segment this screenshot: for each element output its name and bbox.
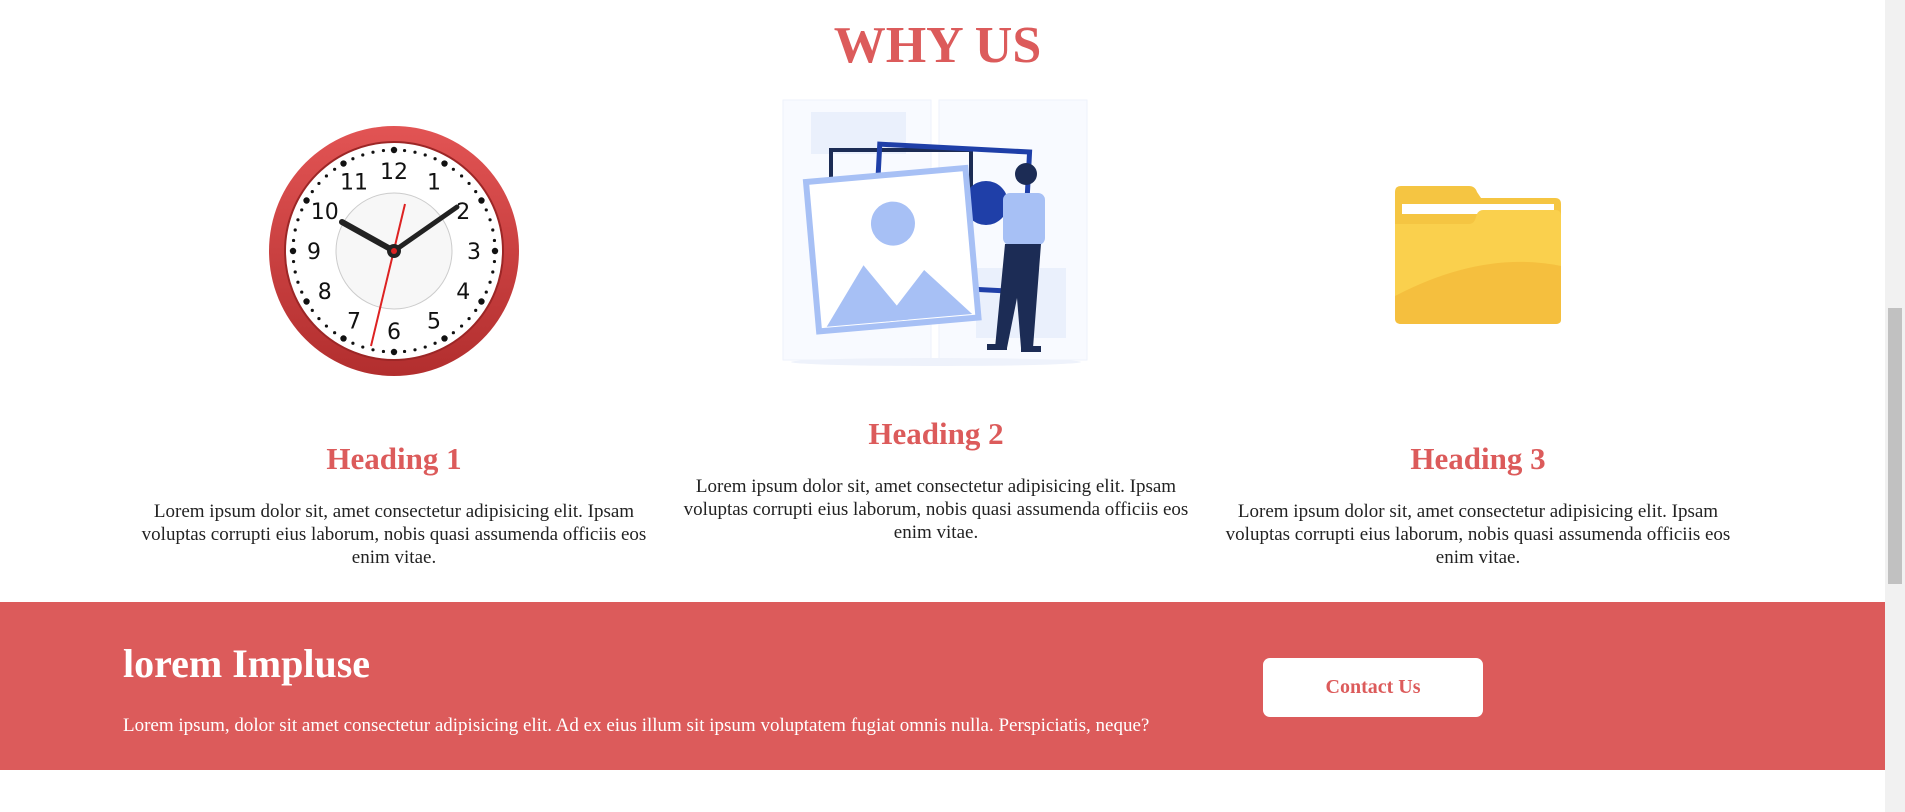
feature-text-2: Lorem ipsum dolor sit, amet consectetur …	[683, 476, 1189, 543]
clock-tick	[441, 335, 448, 342]
clock-tick	[459, 174, 464, 178]
clock-tick	[371, 150, 375, 154]
clock-tick	[478, 298, 485, 305]
feature-card-1: 12 1 2 3 4 5 6 7 8 9 10 11 Heading 1 Lorem ipsum do…	[124, 0, 664, 600]
clock-numeral: 12	[380, 160, 408, 185]
clock-tick	[317, 316, 321, 321]
clock-tick	[361, 345, 365, 349]
clock-tick	[300, 290, 304, 294]
clock-tick	[441, 160, 448, 167]
clock-tick	[317, 181, 321, 186]
clock-numeral: 11	[340, 171, 368, 196]
clock-numeral: 2	[456, 200, 470, 225]
clock-tick	[413, 348, 417, 352]
clock-tick	[293, 228, 297, 232]
clock-tick	[333, 331, 337, 335]
vertical-scrollbar[interactable]	[1885, 0, 1905, 812]
clock-tick	[340, 160, 347, 167]
feature-card-2: Heading 2 Lorem ipsum dolor sit, amet co…	[666, 0, 1206, 600]
clock-tick	[413, 150, 417, 154]
clock-numeral: 3	[467, 240, 481, 265]
clock-tick	[402, 148, 407, 153]
clock-numeral: 9	[307, 240, 321, 265]
clock-tick	[390, 146, 398, 154]
clock-tick	[474, 308, 478, 312]
clock-numeral: 4	[456, 280, 470, 305]
clock-tick	[340, 335, 347, 342]
clock-tick	[324, 324, 329, 328]
clock-tick	[300, 208, 304, 212]
clock-tick	[351, 341, 355, 345]
clock-tick	[433, 157, 437, 161]
scrollbar-thumb[interactable]	[1888, 308, 1902, 584]
clock-tick	[433, 341, 437, 345]
page: WHY US 12 1 2 3 4 5 6 7 8 9 10 11 Headin…	[0, 0, 1885, 812]
feature-heading-1: Heading 1	[326, 441, 462, 476]
clock-tick	[296, 218, 300, 222]
clock-tick	[402, 349, 407, 354]
clock-tick	[381, 148, 386, 153]
clock-numeral: 7	[347, 309, 361, 334]
clock-tick	[467, 316, 471, 321]
clock-tick	[390, 348, 398, 356]
feature-heading-2: Heading 2	[868, 416, 1004, 451]
clock-tick	[293, 270, 297, 274]
clock-tick	[492, 259, 497, 264]
clock-tick	[351, 157, 355, 161]
feature-heading-3: Heading 3	[1410, 441, 1546, 476]
clock-tick	[474, 190, 478, 194]
clock-numeral: 5	[427, 309, 441, 334]
clock-tick	[310, 308, 314, 312]
clock-tick	[361, 153, 365, 157]
clock-tick	[291, 259, 296, 264]
feature-card-3: Heading 3 Lorem ipsum dolor sit, amet co…	[1208, 0, 1748, 600]
clock-tick	[451, 331, 455, 335]
cta-text: Lorem ipsum, dolor sit amet consectetur …	[123, 715, 1150, 736]
clock-tick	[310, 190, 314, 194]
folder-icon	[1208, 184, 1748, 326]
clock-tick	[491, 247, 499, 255]
clock-tick	[491, 270, 495, 274]
clock-numeral: 10	[311, 200, 339, 225]
clock-tick	[492, 238, 497, 243]
clock-numeral: 6	[387, 320, 401, 345]
clock-tick	[291, 238, 296, 243]
clock-tick	[423, 153, 427, 157]
clock-tick	[289, 247, 297, 255]
feature-text-1: Lorem ipsum dolor sit, amet consectetur …	[141, 501, 647, 568]
clock-numeral: 1	[427, 171, 441, 196]
clock-tick	[459, 324, 464, 328]
clock-tick	[488, 280, 492, 284]
clock-tick	[488, 218, 492, 222]
clock-tick	[296, 280, 300, 284]
cta-title: lorem Impluse	[123, 641, 371, 686]
feature-text-3: Lorem ipsum dolor sit, amet consectetur …	[1225, 501, 1731, 568]
clock-tick	[371, 348, 375, 352]
clock-tick	[381, 349, 386, 354]
clock-tick	[324, 174, 329, 178]
clock-tick	[423, 345, 427, 349]
clock-tick	[484, 208, 488, 212]
clock-tick	[303, 197, 310, 204]
cta-banner: lorem Impluse Lorem ipsum, dolor sit ame…	[0, 602, 1885, 770]
clock-numeral: 8	[318, 280, 332, 305]
clock-icon: 12 1 2 3 4 5 6 7 8 9 10 11	[124, 124, 664, 378]
clock-tick	[491, 228, 495, 232]
clock-tick	[467, 181, 471, 186]
clock-tick	[451, 167, 455, 171]
clock-tick	[333, 167, 337, 171]
photo-gallery-illustration	[666, 98, 1206, 368]
clock-tick	[303, 298, 310, 305]
clock-tick	[484, 290, 488, 294]
contact-us-button[interactable]: Contact Us	[1263, 658, 1483, 717]
clock-tick	[478, 197, 485, 204]
